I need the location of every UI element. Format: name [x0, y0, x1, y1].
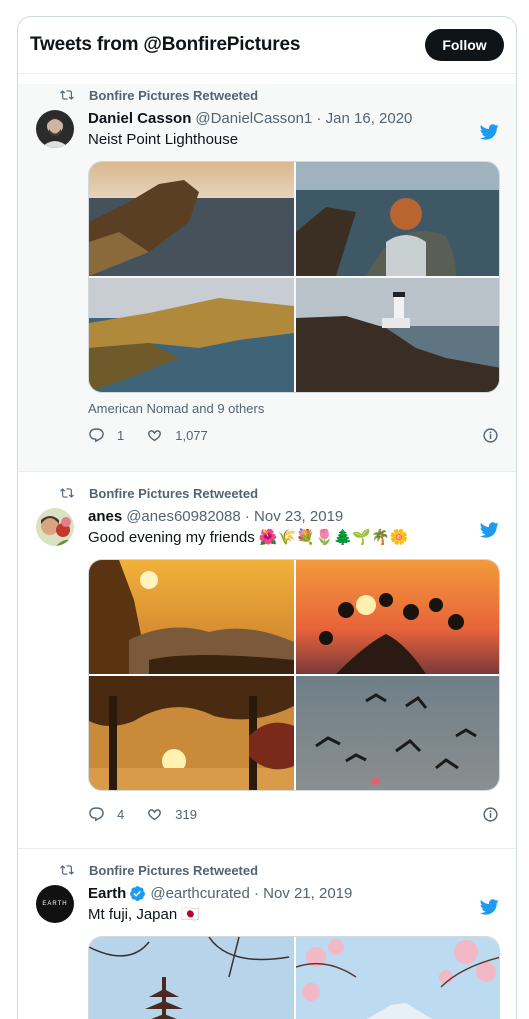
photo-pagoda[interactable] — [89, 937, 294, 1019]
author-handle-date[interactable]: @earthcurated · Nov 21, 2019 — [150, 885, 352, 902]
reply-icon — [89, 427, 104, 442]
timeline-title: Tweets from @BonfirePictures — [30, 34, 301, 55]
heart-icon — [148, 429, 162, 441]
photo-seagulls[interactable] — [296, 676, 499, 790]
reply-action[interactable]: 1 — [88, 427, 124, 444]
tweet-item[interactable]: Bonfire Pictures Retweeted Daniel Casson… — [18, 84, 516, 472]
author-line: Earth @earthcurated · Nov 21, 2019 — [88, 883, 499, 903]
info-icon[interactable] — [482, 806, 499, 823]
avatar[interactable]: EARTH — [36, 885, 74, 923]
info-icon[interactable] — [482, 427, 499, 444]
reply-icon — [89, 806, 104, 821]
author-line: Daniel Casson @DanielCasson1 · Jan 16, 2… — [88, 108, 499, 128]
retweet-indicator: Bonfire Pictures Retweeted — [36, 482, 499, 504]
author-name[interactable]: Daniel Casson — [88, 110, 191, 127]
like-action[interactable]: 319 — [146, 806, 197, 823]
tweet-item[interactable]: Bonfire Pictures Retweeted EARTH Earth @… — [18, 859, 516, 1019]
retweet-icon — [60, 486, 74, 500]
reply-action[interactable]: 4 — [88, 806, 124, 823]
photo-flowers-sunset[interactable] — [296, 560, 499, 674]
author-line: anes @anes60982088 · Nov 23, 2019 — [88, 506, 499, 526]
timeline-header: Tweets from @BonfirePictures Follow — [18, 17, 516, 74]
tweet-text: Mt fuji, Japan 🇯🇵 — [88, 906, 201, 923]
liked-by-text[interactable]: American Nomad and 9 others — [88, 401, 499, 416]
retweet-label: Bonfire Pictures Retweeted — [89, 87, 259, 103]
retweet-indicator: Bonfire Pictures Retweeted — [36, 84, 499, 106]
photo-green-coast[interactable] — [89, 278, 294, 392]
tweet-text: Good evening my friends 🌺🌾💐🌷🌲🌱🌴🌼 — [88, 528, 499, 548]
tweet-item[interactable]: Bonfire Pictures Retweeted anes @anes609… — [18, 482, 516, 849]
tweet-actions: 1 1,077 — [88, 424, 499, 446]
tweet-actions: 4 319 — [88, 803, 499, 825]
author-handle-date[interactable]: @DanielCasson1 · Jan 16, 2020 — [195, 110, 412, 127]
retweet-indicator: Bonfire Pictures Retweeted — [36, 859, 499, 881]
photo-lighthouse[interactable] — [296, 278, 499, 392]
photo-grid[interactable] — [88, 559, 500, 791]
author-name[interactable]: anes — [88, 508, 122, 525]
photo-sunset-mountains[interactable] — [89, 560, 294, 674]
photo-person-beanie[interactable] — [296, 162, 499, 276]
author-name[interactable]: Earth — [88, 885, 126, 902]
photo-cliff-sea[interactable] — [89, 162, 294, 276]
author-handle-date[interactable]: @anes60982088 · Nov 23, 2019 — [126, 508, 343, 525]
like-count: 1,077 — [175, 427, 208, 443]
photo-grid[interactable] — [88, 936, 500, 1019]
twitter-bird-icon[interactable] — [479, 520, 499, 540]
photo-grid[interactable] — [88, 161, 500, 393]
verified-badge-icon — [129, 885, 146, 902]
timeline-widget: Tweets from @BonfirePictures Follow Bonf… — [17, 16, 517, 1019]
like-count: 319 — [175, 806, 197, 822]
like-action[interactable]: 1,077 — [146, 427, 208, 444]
reply-count: 4 — [117, 806, 125, 822]
avatar-label: EARTH — [42, 901, 68, 907]
photo-mt-fuji-blossoms[interactable] — [295, 937, 499, 1019]
twitter-bird-icon[interactable] — [479, 897, 499, 917]
tweet-text-content: Good evening my friends 🌺🌾💐🌷🌲🌱🌴🌼 — [88, 529, 409, 546]
retweet-icon — [60, 88, 74, 102]
retweet-icon — [60, 863, 74, 877]
photo-tree-sunset[interactable] — [89, 676, 294, 790]
heart-icon — [148, 808, 162, 820]
retweet-label: Bonfire Pictures Retweeted — [89, 862, 259, 878]
avatar[interactable] — [36, 508, 74, 546]
follow-button[interactable]: Follow — [425, 29, 504, 61]
reply-count: 1 — [117, 427, 125, 443]
retweet-label: Bonfire Pictures Retweeted — [89, 485, 259, 501]
twitter-bird-icon[interactable] — [479, 122, 499, 142]
tweet-text: Neist Point Lighthouse — [88, 131, 239, 148]
avatar[interactable] — [36, 110, 74, 148]
